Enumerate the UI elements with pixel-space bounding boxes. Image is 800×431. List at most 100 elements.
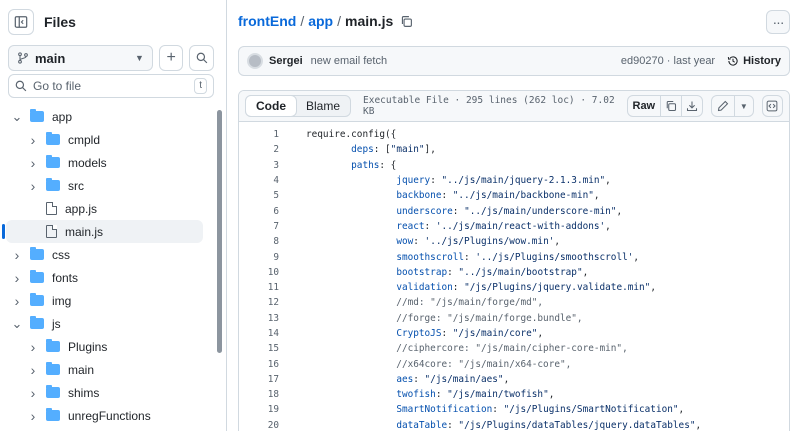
collapse-sidebar-button[interactable] bbox=[8, 9, 34, 35]
chevron-right-icon[interactable]: › bbox=[26, 363, 40, 377]
shortcut-key: t bbox=[194, 78, 207, 94]
go-to-file-box[interactable]: t bbox=[8, 74, 214, 98]
code-line: 15 //ciphercore: "/js/main/cipher-core-m… bbox=[239, 341, 789, 356]
commit-hash-time[interactable]: ed90270 · last year bbox=[621, 55, 715, 67]
add-file-button[interactable]: + bbox=[158, 45, 184, 71]
line-number[interactable]: 4 bbox=[239, 175, 279, 186]
chevron-right-icon[interactable]: › bbox=[26, 340, 40, 354]
author-avatar[interactable] bbox=[247, 53, 263, 69]
chevron-right-icon[interactable]: › bbox=[26, 179, 40, 193]
code-line: 12 //md: "/js/main/forge/md", bbox=[239, 295, 789, 310]
tree-folder-item[interactable]: › models bbox=[0, 151, 215, 174]
code-listing[interactable]: 1 require.config({2 deps: ["main"], 3 path… bbox=[239, 122, 789, 431]
tree-folder-item[interactable]: › unregFunctions bbox=[0, 404, 215, 427]
folder-icon bbox=[30, 316, 44, 329]
chevron-down-icon[interactable]: ⌄ bbox=[10, 110, 24, 123]
chevron-right-icon[interactable]: › bbox=[10, 294, 24, 308]
line-number[interactable]: 16 bbox=[239, 359, 279, 370]
line-number[interactable]: 17 bbox=[239, 374, 279, 385]
copy-raw-button[interactable] bbox=[659, 95, 682, 117]
line-number[interactable]: 2 bbox=[239, 144, 279, 155]
line-number[interactable]: 14 bbox=[239, 328, 279, 339]
tree-folder-item[interactable]: › main bbox=[0, 358, 215, 381]
tree-folder-item[interactable]: ⌄ app bbox=[0, 105, 215, 128]
file-icon bbox=[46, 225, 57, 238]
raw-button[interactable]: Raw bbox=[626, 95, 661, 117]
code-line: 2 deps: ["main"], bbox=[239, 142, 789, 157]
symbols-panel-button[interactable] bbox=[761, 95, 783, 117]
commit-author[interactable]: Sergei bbox=[269, 55, 303, 67]
line-number[interactable]: 5 bbox=[239, 190, 279, 201]
line-number[interactable]: 1 bbox=[239, 129, 279, 140]
chevron-right-icon[interactable]: › bbox=[26, 386, 40, 400]
line-number[interactable]: 13 bbox=[239, 313, 279, 324]
branch-selector[interactable]: main ▼ bbox=[8, 45, 153, 71]
more-options-button[interactable]: ··· bbox=[766, 10, 790, 34]
breadcrumb-folder-link[interactable]: app bbox=[308, 13, 333, 29]
chevron-right-icon[interactable]: › bbox=[26, 409, 40, 423]
copy-path-icon[interactable] bbox=[400, 15, 413, 28]
line-number[interactable]: 11 bbox=[239, 282, 279, 293]
breadcrumb-repo-link[interactable]: frontEnd bbox=[238, 13, 296, 29]
tree-folder-item[interactable]: › shims bbox=[0, 381, 215, 404]
file-view-main: frontEnd / app / main.js ··· Sergei new … bbox=[228, 0, 800, 431]
download-button[interactable] bbox=[680, 95, 703, 117]
line-content: CryptoJS: "/js/main/core", bbox=[396, 328, 544, 339]
tree-item-label: fonts bbox=[52, 270, 79, 285]
tab-blame[interactable]: Blame bbox=[296, 96, 350, 116]
line-number[interactable]: 18 bbox=[239, 389, 279, 400]
tree-folder-item[interactable]: › fonts bbox=[0, 266, 215, 289]
edit-group: ▼ bbox=[710, 95, 754, 117]
breadcrumb-separator: / bbox=[300, 13, 305, 29]
tree-file-item[interactable]: main.js bbox=[2, 220, 203, 243]
tree-folder-item[interactable]: › src bbox=[0, 174, 215, 197]
line-number[interactable]: 7 bbox=[239, 221, 279, 232]
code-line: 1 require.config({ bbox=[239, 127, 789, 142]
line-content: //x64core: "/js/main/x64-core", bbox=[306, 358, 572, 370]
tree-folder-item[interactable]: › css bbox=[0, 243, 215, 266]
chevron-right-icon[interactable]: › bbox=[26, 133, 40, 147]
tree-folder-item[interactable]: ⌄ js bbox=[0, 312, 215, 335]
line-number[interactable]: 10 bbox=[239, 267, 279, 278]
edit-button[interactable] bbox=[710, 95, 735, 117]
code-line: 5 backbone: "../js/main/backbone-min", bbox=[239, 188, 789, 203]
edit-dropdown-button[interactable]: ▼ bbox=[733, 95, 754, 117]
search-button[interactable] bbox=[189, 45, 215, 71]
folder-icon bbox=[30, 109, 44, 122]
line-number[interactable]: 3 bbox=[239, 160, 279, 171]
sidebar-scrollbar[interactable] bbox=[217, 110, 222, 353]
chevron-right-icon[interactable]: › bbox=[10, 248, 24, 262]
folder-icon bbox=[46, 178, 60, 191]
sidebar-title: Files bbox=[44, 14, 76, 30]
line-number[interactable]: 8 bbox=[239, 236, 279, 247]
tree-folder-item[interactable]: › cmpld bbox=[0, 128, 215, 151]
line-number[interactable]: 6 bbox=[239, 206, 279, 217]
tree-folder-item[interactable]: › Plugins bbox=[0, 335, 215, 358]
history-link[interactable]: History bbox=[727, 55, 781, 67]
line-content: //ciphercore: "/js/main/cipher-core-min"… bbox=[306, 343, 628, 355]
go-to-file-input[interactable] bbox=[33, 79, 189, 93]
line-number[interactable]: 12 bbox=[239, 297, 279, 308]
line-content: SmartNotification: "/js/Plugins/SmartNot… bbox=[396, 404, 685, 416]
commit-message[interactable]: new email fetch bbox=[311, 55, 387, 67]
line-number[interactable]: 9 bbox=[239, 252, 279, 263]
folder-icon bbox=[30, 293, 44, 306]
line-number[interactable]: 20 bbox=[239, 420, 279, 431]
tree-file-item[interactable]: app.js bbox=[0, 197, 215, 220]
tree-item-label: css bbox=[52, 247, 70, 262]
line-content: aes: "/js/main/aes", bbox=[396, 373, 510, 385]
code-line: 19 SmartNotification: "/js/Plugins/Smart… bbox=[239, 402, 789, 417]
chevron-right-icon[interactable]: › bbox=[10, 271, 24, 285]
history-icon bbox=[727, 56, 738, 66]
line-number[interactable]: 15 bbox=[239, 343, 279, 354]
breadcrumb-separator: / bbox=[337, 13, 341, 29]
line-number[interactable]: 19 bbox=[239, 404, 279, 415]
sidebar-collapse-icon bbox=[14, 16, 28, 28]
tab-code[interactable]: Code bbox=[245, 95, 297, 117]
code-square-icon bbox=[767, 100, 778, 112]
chevron-down-icon[interactable]: ⌄ bbox=[10, 317, 24, 330]
line-content: twofish: "/js/main/twofish", bbox=[396, 389, 555, 401]
tree-folder-item[interactable]: › img bbox=[0, 289, 215, 312]
chevron-right-icon[interactable]: › bbox=[26, 156, 40, 170]
code-line: 7 react: '../js/main/react-with-addons', bbox=[239, 219, 789, 234]
